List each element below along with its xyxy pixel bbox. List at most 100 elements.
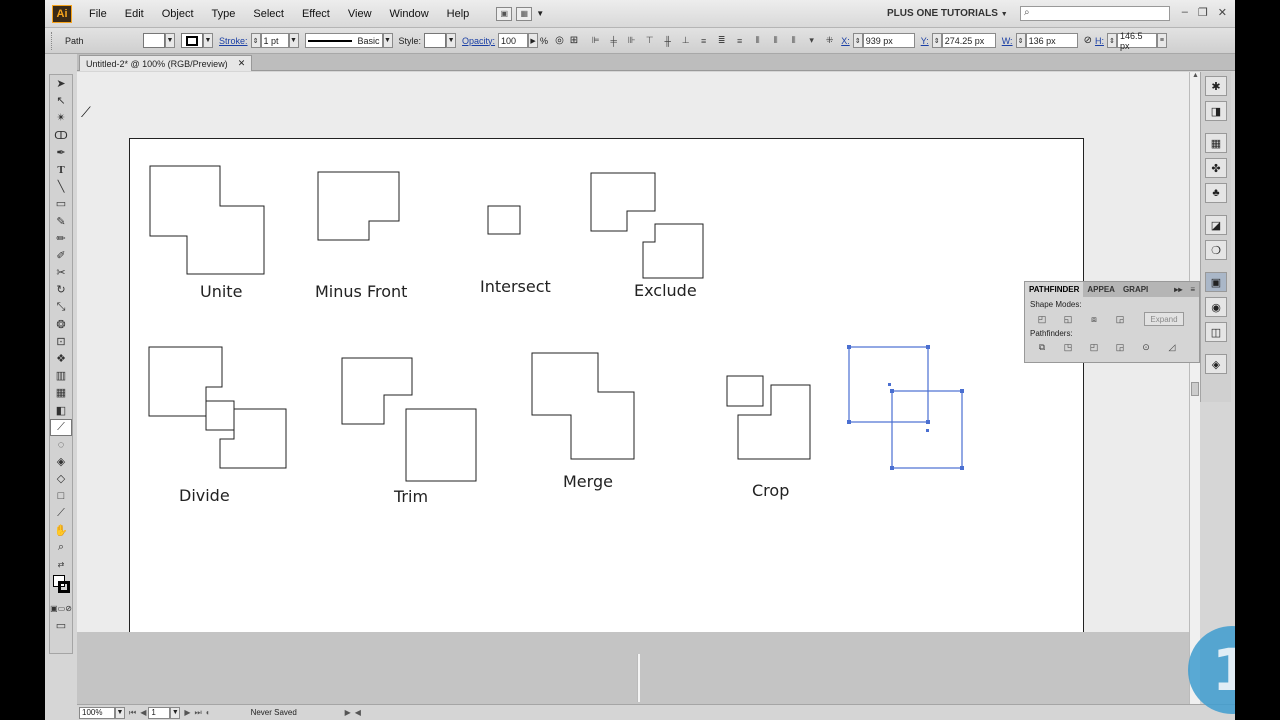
unite-mode-icon[interactable]: ◰	[1034, 313, 1050, 326]
label-minus-front[interactable]: Minus Front	[315, 282, 407, 301]
brush-control[interactable]: Basic ▼	[304, 33, 393, 48]
close-icon[interactable]: ✕	[238, 58, 246, 69]
fill-stroke-icon[interactable]	[50, 573, 72, 599]
stroke-swatch[interactable]	[181, 33, 203, 48]
vertical-scrollbar[interactable]: ▲	[1189, 72, 1200, 704]
chevron-right-icon[interactable]: ▶	[528, 33, 539, 48]
minus-front-shape[interactable]	[317, 171, 400, 241]
menu-file[interactable]: File	[80, 8, 116, 20]
w-field[interactable]: 136 px	[1025, 33, 1078, 48]
menu-select[interactable]: Select	[244, 8, 293, 20]
crop-icon[interactable]: ◲	[1112, 341, 1128, 354]
brushes-icon[interactable]: ✤	[1205, 158, 1227, 178]
opacity-field[interactable]: 100	[498, 33, 529, 48]
exclude-mode-icon[interactable]: ◲	[1112, 313, 1128, 326]
stroke-weight-field[interactable]: 1 pt	[260, 33, 289, 48]
lasso-tool-icon[interactable]: ↀ	[50, 127, 72, 144]
type-tool-icon[interactable]: T	[50, 161, 72, 178]
intersect-mode-icon[interactable]: ⧈	[1086, 313, 1102, 326]
pencil-tool-icon[interactable]: ✏	[50, 230, 72, 247]
label-divide[interactable]: Divide	[179, 486, 230, 505]
gradient-tool-icon[interactable]: ◧	[50, 402, 72, 419]
line-tool-icon[interactable]: ╲	[50, 178, 72, 195]
zoom-tool-icon[interactable]: ⌕	[50, 539, 72, 556]
swatch-grid-icon[interactable]: ▦	[1205, 133, 1227, 153]
exclude-shape-b[interactable]	[642, 223, 704, 279]
merge-icon[interactable]: ◰	[1086, 341, 1102, 354]
chevron-down-icon[interactable]: ▼	[382, 33, 393, 48]
chevron-down-icon[interactable]: ▼	[115, 706, 125, 719]
stroke-panel-icon[interactable]: ◫	[1205, 322, 1227, 342]
tab-graphic-styles[interactable]: GRAPI	[1119, 282, 1152, 297]
appearance-icon[interactable]: ❍	[1205, 240, 1227, 260]
trim-shape-b[interactable]	[405, 408, 477, 482]
tab-pathfinder[interactable]: PATHFINDER	[1025, 282, 1084, 297]
intersect-shape[interactable]	[487, 205, 521, 235]
divide-icon[interactable]: ⧉	[1034, 341, 1050, 354]
chevron-down-icon[interactable]: ▾	[804, 35, 819, 47]
h-field[interactable]: 146.5 px	[1116, 31, 1157, 51]
menu-effect[interactable]: Effect	[293, 8, 339, 20]
label-exclude[interactable]: Exclude	[634, 281, 697, 300]
workspace-switcher[interactable]: PLUS ONE TUTORIALS ▼	[887, 8, 1008, 19]
distribute-top-icon[interactable]: ≡	[696, 35, 711, 47]
control-bar-grip[interactable]	[51, 31, 57, 50]
direct-selection-tool-icon[interactable]: ↖	[50, 92, 72, 109]
stepper-icon[interactable]: ⇕	[931, 33, 942, 48]
panel-menu-icon[interactable]: ≡	[1186, 282, 1199, 297]
restore-icon[interactable]: ❐	[1198, 6, 1208, 19]
fill-swatch[interactable]	[143, 33, 165, 48]
crop-shape-a[interactable]	[726, 375, 764, 407]
first-artboard-icon[interactable]: ⏮	[129, 708, 136, 718]
swap-fill-stroke-icon[interactable]: ⇄	[50, 556, 72, 573]
minus-front-mode-icon[interactable]: ◱	[1060, 313, 1076, 326]
panel-menu-icon[interactable]: ≡	[1156, 33, 1167, 48]
minus-back-icon[interactable]: ◿	[1164, 341, 1180, 354]
zoom-field[interactable]: 100%	[79, 706, 115, 719]
arrange-documents-icon[interactable]: ▦	[516, 6, 533, 21]
live-paint-bucket-tool-icon[interactable]: ◈	[50, 453, 72, 470]
align-bottom-icon[interactable]: ⊥	[678, 35, 693, 47]
next-artboard-icon[interactable]: ▶	[184, 708, 190, 717]
scale-tool-icon[interactable]: ⤡	[50, 298, 72, 315]
magic-wand-tool-icon[interactable]: ✴	[50, 109, 72, 126]
scroll-left-icon[interactable]: ◀	[355, 708, 361, 717]
stroke-swatch[interactable]	[58, 581, 70, 594]
distribute-vcenter-icon[interactable]: ≣	[714, 35, 729, 47]
hand-tool-icon[interactable]: ✋	[50, 522, 72, 539]
exclude-shape-a[interactable]	[590, 172, 656, 232]
y-link[interactable]: Y:	[921, 36, 929, 46]
crop-shape-b[interactable]	[737, 384, 811, 460]
color-modes-icon[interactable]: ▣▭⊘	[50, 599, 72, 616]
column-graph-tool-icon[interactable]: ▥	[50, 367, 72, 384]
tab-appearance[interactable]: APPEA	[1083, 282, 1119, 297]
constrain-proportions-icon[interactable]: ⊘	[1084, 35, 1092, 46]
close-icon[interactable]: ✕	[1218, 6, 1227, 19]
screen-mode-icon[interactable]: ▭	[50, 617, 72, 634]
stroke-link[interactable]: Stroke:	[219, 36, 248, 46]
rectangle-tool-icon[interactable]: ▭	[50, 195, 72, 212]
layers-icon[interactable]: ◈	[1205, 354, 1227, 374]
artwork[interactable]	[130, 139, 1085, 636]
previous-artboard-icon[interactable]: ◀	[140, 708, 146, 717]
label-unite[interactable]: Unite	[200, 282, 242, 301]
blend-tool-icon[interactable]: ◌	[50, 436, 72, 453]
x-field[interactable]: 939 px	[862, 33, 915, 48]
menu-object[interactable]: Object	[153, 8, 203, 20]
align-left-icon[interactable]: ⊫	[588, 35, 603, 47]
color-guide-icon[interactable]: ✱	[1205, 76, 1227, 96]
collapse-icon[interactable]: ▸▸	[1170, 282, 1186, 297]
eyedropper-tool-icon[interactable]: ⟋	[50, 418, 72, 436]
artboard-reveal-icon[interactable]: ◐	[206, 708, 211, 717]
distribute-hcenter-icon[interactable]: ⦀	[768, 35, 783, 47]
menu-view[interactable]: View	[339, 8, 381, 20]
slice-tool-icon[interactable]: ⟋	[50, 505, 72, 522]
divide-shape-c[interactable]	[219, 408, 287, 469]
transparency-icon[interactable]: ◉	[1205, 297, 1227, 317]
swatches-icon[interactable]: ◨	[1205, 101, 1227, 121]
chevron-down-icon[interactable]: ▼	[170, 706, 181, 719]
align-top-icon[interactable]: ⊤	[642, 35, 657, 47]
stepper-icon[interactable]: ⇕	[250, 33, 261, 48]
distribute-left-icon[interactable]: ⦀	[750, 35, 765, 47]
stroke-color-control[interactable]: ▼	[181, 33, 213, 48]
